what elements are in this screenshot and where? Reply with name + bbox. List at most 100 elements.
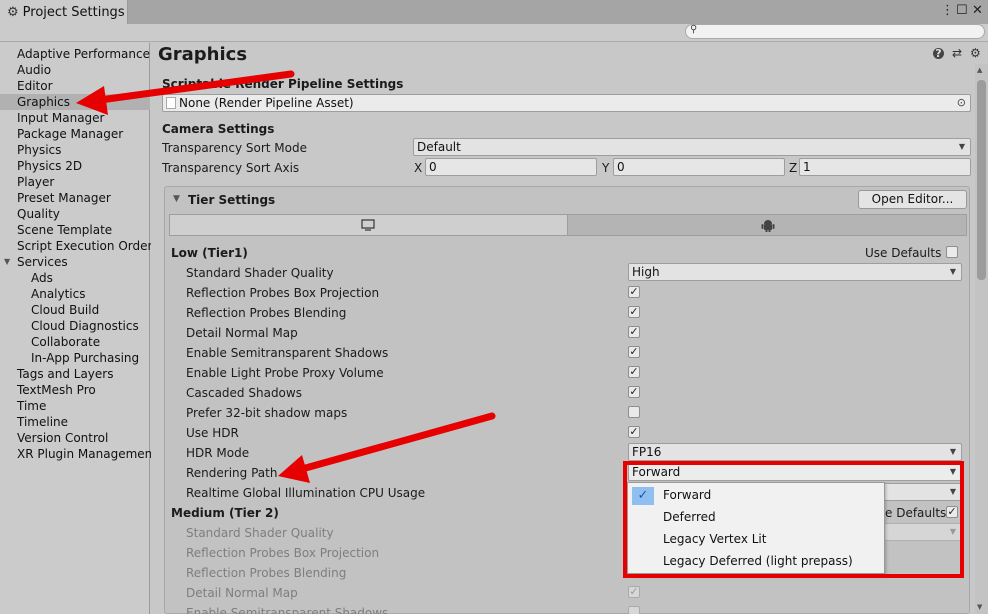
tier-settings-header: Tier Settings [188,193,276,207]
sidebar-item-player[interactable]: Player [0,174,150,190]
box-projection-label: Reflection Probes Box Projection [186,286,380,300]
probes-blending-label: Reflection Probes Blending [186,306,347,320]
hdr-mode-dropdown[interactable]: FP16 ▼ [628,443,962,461]
sidebar-item-analytics[interactable]: Analytics [0,286,150,302]
object-picker-icon[interactable]: ⊙ [957,95,966,111]
medium-detail-normal-checkbox: ✓ [628,585,640,598]
sidebar-item-script-execution-order[interactable]: Script Execution Order [0,238,152,254]
window-tab-project-settings[interactable]: ⚙ Project Settings [0,0,128,24]
sidebar-item-physics[interactable]: Physics [0,142,150,158]
sidebar-item-time[interactable]: Time [0,398,150,414]
sidebar-item-tags-and-layers[interactable]: Tags and Layers [0,366,150,382]
sidebar-item-quality[interactable]: Quality [0,206,150,222]
close-icon[interactable]: ✕ [972,2,983,20]
detail-normal-label: Detail Normal Map [186,326,298,340]
axis-z-field[interactable]: 1 [799,158,971,176]
search-icon: ⚲ [690,24,698,35]
sidebar-item-in-app-purchasing[interactable]: In-App Purchasing [0,350,150,366]
hdr-mode-value: FP16 [632,445,662,459]
settings-gear-icon[interactable]: ⚙ [970,46,981,60]
sidebar-item-xr-plugin-management[interactable]: XR Plugin Management [0,446,157,462]
medium-semitransparent-checkbox [628,606,640,614]
scrollbar-thumb[interactable] [977,80,986,280]
tier-medium-title: Medium (Tier 2) [171,506,279,520]
rtgi-label: Realtime Global Illumination CPU Usage [186,486,426,500]
sidebar-item-textmesh-pro[interactable]: TextMesh Pro [0,382,150,398]
rendering-path-label: Rendering Path [186,466,278,480]
light-probe-proxy-checkbox[interactable]: ✓ [628,366,640,378]
sidebar-item-collaborate[interactable]: Collaborate [0,334,150,350]
semitransparent-shadows-checkbox[interactable]: ✓ [628,346,640,358]
medium-detail-normal-label: Detail Normal Map [186,586,298,600]
medium-box-projection-label: Reflection Probes Box Projection [186,546,380,560]
shader-quality-dropdown[interactable]: High ▼ [628,263,962,281]
transparency-sort-mode-value: Default [417,140,461,154]
srp-header: Scriptable Render Pipeline Settings [162,77,404,91]
scroll-up-icon[interactable]: ▲ [977,66,982,74]
android-icon [761,220,775,232]
maximize-icon[interactable]: ☐ [956,2,968,20]
medium-probes-blending-label: Reflection Probes Blending [186,566,347,580]
foldout-arrow-icon[interactable]: ▼ [173,194,180,204]
search-input[interactable]: ⚲ [685,24,985,39]
preset-icon[interactable]: ⇄ [952,46,962,60]
sidebar-item-services[interactable]: ▼ Services [0,254,150,270]
shader-quality-label: Standard Shader Quality [186,266,334,280]
render-pipeline-asset-field[interactable]: None (Render Pipeline Asset) ⊙ [162,94,971,112]
transparency-sort-mode-label: Transparency Sort Mode [162,141,307,155]
axis-x-label: X [414,161,423,175]
page-title: Graphics [158,44,248,65]
sidebar-item-cloud-diagnostics[interactable]: Cloud Diagnostics [0,318,150,334]
use-hdr-label: Use HDR [186,426,239,440]
sidebar-item-package-manager[interactable]: Package Manager [0,126,150,142]
semitransparent-shadows-label: Enable Semitransparent Shadows [186,346,389,360]
medium-semitransparent-label: Enable Semitransparent Shadows [186,606,389,614]
chevron-down-icon: ▼ [949,447,956,456]
box-projection-checkbox[interactable]: ✓ [628,286,640,298]
open-editor-button[interactable]: Open Editor... [858,190,967,209]
axis-y-field[interactable]: 0 [613,158,785,176]
cascaded-shadows-label: Cascaded Shadows [186,386,302,400]
sidebar-item-input-manager[interactable]: Input Manager [0,110,150,126]
platform-tabs [169,214,967,236]
light-probe-proxy-label: Enable Light Probe Proxy Volume [186,366,384,380]
expand-arrow-icon[interactable]: ▼ [4,254,10,270]
tier-low-title: Low (Tier1) [171,246,248,260]
probes-blending-checkbox[interactable]: ✓ [628,306,640,318]
detail-normal-checkbox[interactable]: ✓ [628,326,640,338]
axis-y-label: Y [602,161,610,175]
sidebar-item-physics-2d[interactable]: Physics 2D [0,158,150,174]
sidebar-item-editor[interactable]: Editor [0,78,150,94]
scroll-down-icon[interactable]: ▼ [977,603,982,611]
asset-file-icon [166,97,176,109]
hdr-mode-label: HDR Mode [186,446,250,460]
sidebar-item-timeline[interactable]: Timeline [0,414,150,430]
tab-standalone[interactable] [169,214,568,236]
gear-icon: ⚙ [7,4,19,20]
window-title: Project Settings [22,4,125,20]
shader-quality-value: High [632,265,660,279]
annotation-highlight-box [623,461,964,578]
transparency-sort-mode-dropdown[interactable]: Default ▼ [413,138,971,156]
chevron-down-icon: ▼ [958,142,965,151]
chevron-down-icon: ▼ [949,267,956,276]
settings-sidebar: Adaptive Performance Audio Editor Graphi… [0,43,157,614]
tab-android[interactable] [567,214,967,236]
use-defaults-checkbox[interactable] [946,246,958,258]
sidebar-item-version-control[interactable]: Version Control [0,430,150,446]
sidebar-item-preset-manager[interactable]: Preset Manager [0,190,150,206]
help-icon[interactable]: ? [933,48,944,59]
sidebar-item-adaptive-performance[interactable]: Adaptive Performance [0,46,150,62]
sidebar-item-cloud-build[interactable]: Cloud Build [0,302,150,318]
more-options-icon[interactable]: ⋮ [941,2,954,20]
monitor-icon [361,219,375,231]
sidebar-item-ads[interactable]: Ads [0,270,150,286]
prefer32-checkbox[interactable] [628,406,640,418]
medium-shader-quality-label: Standard Shader Quality [186,526,334,540]
axis-x-field[interactable]: 0 [425,158,597,176]
cascaded-shadows-checkbox[interactable]: ✓ [628,386,640,398]
use-hdr-checkbox[interactable]: ✓ [628,426,640,438]
sidebar-item-audio[interactable]: Audio [0,62,150,78]
sidebar-item-scene-template[interactable]: Scene Template [0,222,150,238]
sidebar-item-graphics[interactable]: Graphics [0,94,150,110]
